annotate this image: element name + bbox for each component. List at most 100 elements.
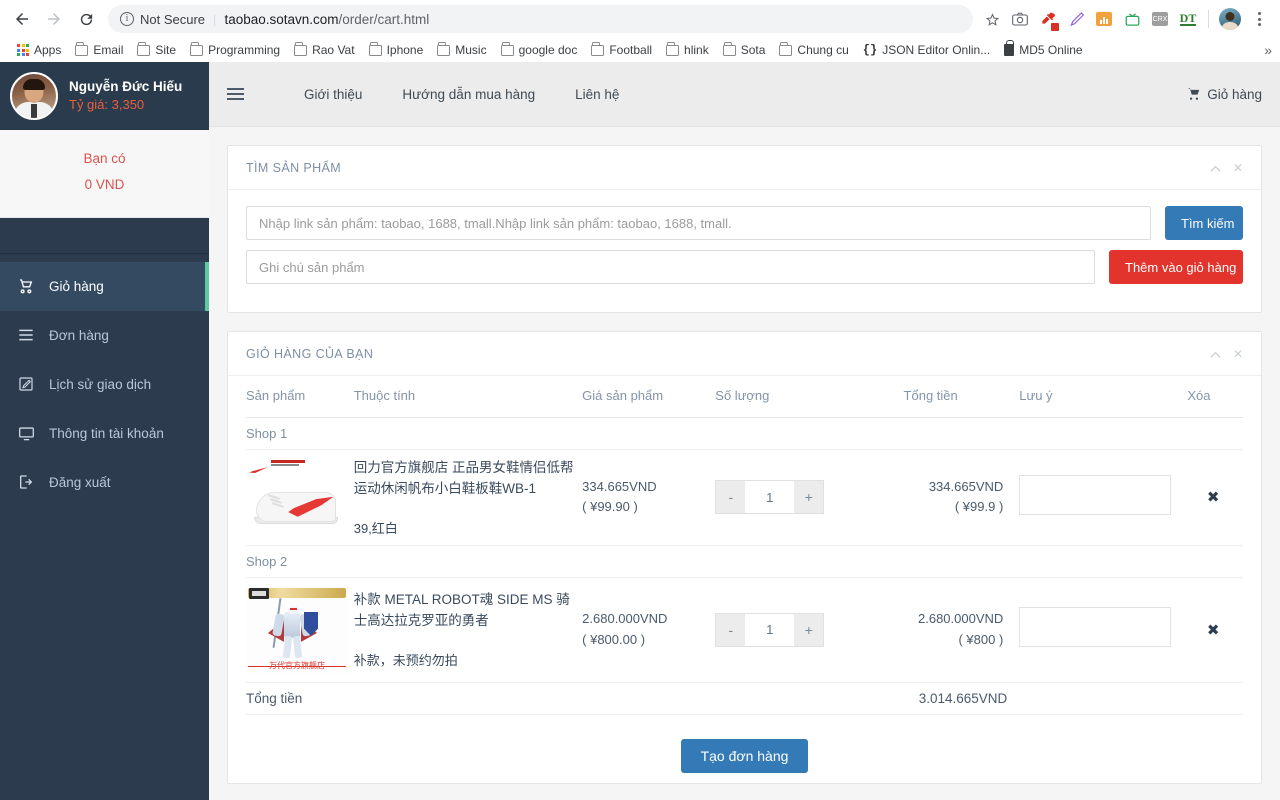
product-attribute: 补款，未预约勿拍 [353,653,458,669]
dt-icon[interactable]: DT [1175,6,1201,32]
product-image-cell: 万代官方旗舰店 [246,577,354,683]
bookmark-label: Programming [208,43,281,57]
browser-chrome: i Not Secure | taobao.sotavn.com/order/c… [0,0,1280,63]
product-note-cell [1019,577,1188,683]
back-button[interactable] [8,5,36,33]
product-link-input[interactable] [246,206,1151,240]
bookmark-sota[interactable]: Sota [716,42,773,57]
product-delete-cell: ✖ [1187,449,1243,546]
balance-label: Bạn có [83,151,126,166]
search-button[interactable]: Tìm kiếm [1165,206,1243,240]
bookmark-label: Chung cu [797,43,849,57]
item-note-input[interactable] [1019,474,1172,515]
close-icon[interactable]: ✕ [1233,161,1243,175]
delete-item-button[interactable]: ✖ [1187,621,1239,639]
bookmark-programming[interactable]: Programming [183,42,287,57]
eyedropper-icon[interactable] [1035,6,1061,32]
sidebar-item-thong-tin-tai-khoan[interactable]: Thông tin tài khoản [0,409,209,458]
product-total-cell: 2.680.000VND ( ¥800 ) [903,577,1020,683]
grand-total-spacer-2 [1187,682,1243,715]
bookmark-email[interactable]: Email [68,42,130,57]
search-panel-body: Tìm kiếm Thêm vào giỏ hàng [228,190,1261,312]
bookmark-star-icon[interactable] [979,6,1005,32]
bookmark-site[interactable]: Site [130,42,183,57]
quantity-decrease-button[interactable]: - [716,613,746,646]
nav-link-huong-dan-mua-hang[interactable]: Hướng dẫn mua hàng [382,87,555,102]
folder-icon [190,42,204,56]
close-icon[interactable]: ✕ [1233,347,1243,361]
grand-total-spacer-1 [1019,682,1188,715]
reload-button[interactable] [72,5,100,33]
info-icon: i [120,12,134,26]
sidebar-item-dang-xuat[interactable]: Đăng xuất [0,458,209,507]
total-cny: ( ¥99.9 ) [954,499,1004,515]
pen-icon[interactable] [1063,6,1089,32]
bookmark-label: Iphone [386,43,424,57]
sidebar-user-block[interactable]: Nguyễn Đức Hiếu Tỷ giá: 3,350 [0,62,209,130]
bookmark-json-editor[interactable]: {} JSON Editor Onlin... [856,43,997,57]
total-vnd: 334.665VND [928,478,1004,494]
bookmark-label: JSON Editor Onlin... [882,43,991,57]
apps-grid-icon [17,44,29,56]
bookmark-label: Rao Vat [312,43,355,57]
bookmark-football[interactable]: Football [584,42,659,57]
product-title: 补款 METAL ROBOT魂 SIDE MS 骑士高达拉克罗亚的勇者 [353,592,570,629]
bookmark-rao-vat[interactable]: Rao Vat [287,42,361,57]
hamburger-icon[interactable] [227,88,244,100]
crx-icon[interactable]: CRX [1147,6,1173,32]
bookmark-chung-cu[interactable]: Chung cu [772,42,855,57]
nav-link-lien-he[interactable]: Liên hệ [555,87,639,102]
bookmark-apps[interactable]: Apps [10,43,68,57]
bookmark-hlink[interactable]: hlink [659,42,716,57]
sidebar-item-lich-su-giao-dich[interactable]: Lịch sử giao dịch [0,360,209,409]
quantity-increase-button[interactable]: + [794,481,824,514]
address-bar[interactable]: i Not Secure | taobao.sotavn.com/order/c… [108,5,973,33]
bookmark-music[interactable]: Music [430,42,493,57]
main-content: Giới thiệu Hướng dẫn mua hàng Liên hệ Gi… [209,62,1280,800]
chevron-up-icon[interactable] [1210,348,1221,362]
bookmark-md5-online[interactable]: MD5 Online [997,40,1089,57]
security-label: Not Secure [140,11,206,27]
shop-group-row: Shop 2 [246,545,1243,578]
nav-cart-button[interactable]: Giỏ hàng [1187,87,1262,102]
quantity-input[interactable] [745,613,795,646]
bookmark-label: Site [155,43,177,57]
sidebar-item-gio-hang[interactable]: Giỏ hàng [0,261,209,311]
search-panel-header: TÌM SẢN PHẨM ✕ [228,146,1261,190]
nav-link-gioi-thieu[interactable]: Giới thiệu [284,87,382,102]
logout-icon [17,474,35,490]
folder-icon [591,42,605,56]
price-cny: ( ¥99.90 ) [582,499,638,515]
folder-icon [722,42,736,56]
sidebar-item-don-hang[interactable]: Đơn hàng [0,311,209,360]
camera-icon[interactable] [1007,6,1033,32]
forward-button[interactable] [40,5,68,33]
toolbar-divider [1208,10,1209,28]
quantity-stepper[interactable]: - + [715,480,825,515]
bookmark-iphone[interactable]: Iphone [362,42,431,57]
quantity-decrease-button[interactable]: - [716,481,746,514]
add-to-cart-button[interactable]: Thêm vào giỏ hàng [1109,250,1243,284]
bookmark-google-doc[interactable]: google doc [494,42,585,57]
item-note-input[interactable] [1019,607,1172,648]
col-header-thuoc-tinh: Thuộc tính [353,376,583,418]
product-info-cell: 回力官方旗舰店 正品男女鞋情侣低帮运动休闲帆布小白鞋板鞋WB-1 39,红白 [353,449,583,546]
chart-icon[interactable] [1091,6,1117,32]
tv-icon[interactable] [1119,6,1145,32]
quantity-increase-button[interactable]: + [794,613,824,646]
chevron-up-icon[interactable] [1210,162,1221,176]
cart-icon [17,278,35,294]
profile-avatar[interactable] [1219,8,1241,30]
folder-icon [437,42,451,56]
sneaker-thumbnail [246,458,348,537]
product-note-input[interactable] [246,250,1095,284]
quantity-input[interactable] [745,481,795,514]
quantity-stepper[interactable]: - + [715,612,825,647]
product-price-cell: 2.680.000VND ( ¥800.00 ) [582,577,716,683]
url-separator: | [213,11,217,27]
cart-icon [1188,88,1200,100]
chrome-menu-icon[interactable] [1246,6,1272,32]
delete-item-button[interactable]: ✖ [1187,488,1239,506]
create-order-button[interactable]: Tạo đơn hàng [680,738,809,773]
bookmarks-overflow-icon[interactable]: » [1264,42,1272,58]
